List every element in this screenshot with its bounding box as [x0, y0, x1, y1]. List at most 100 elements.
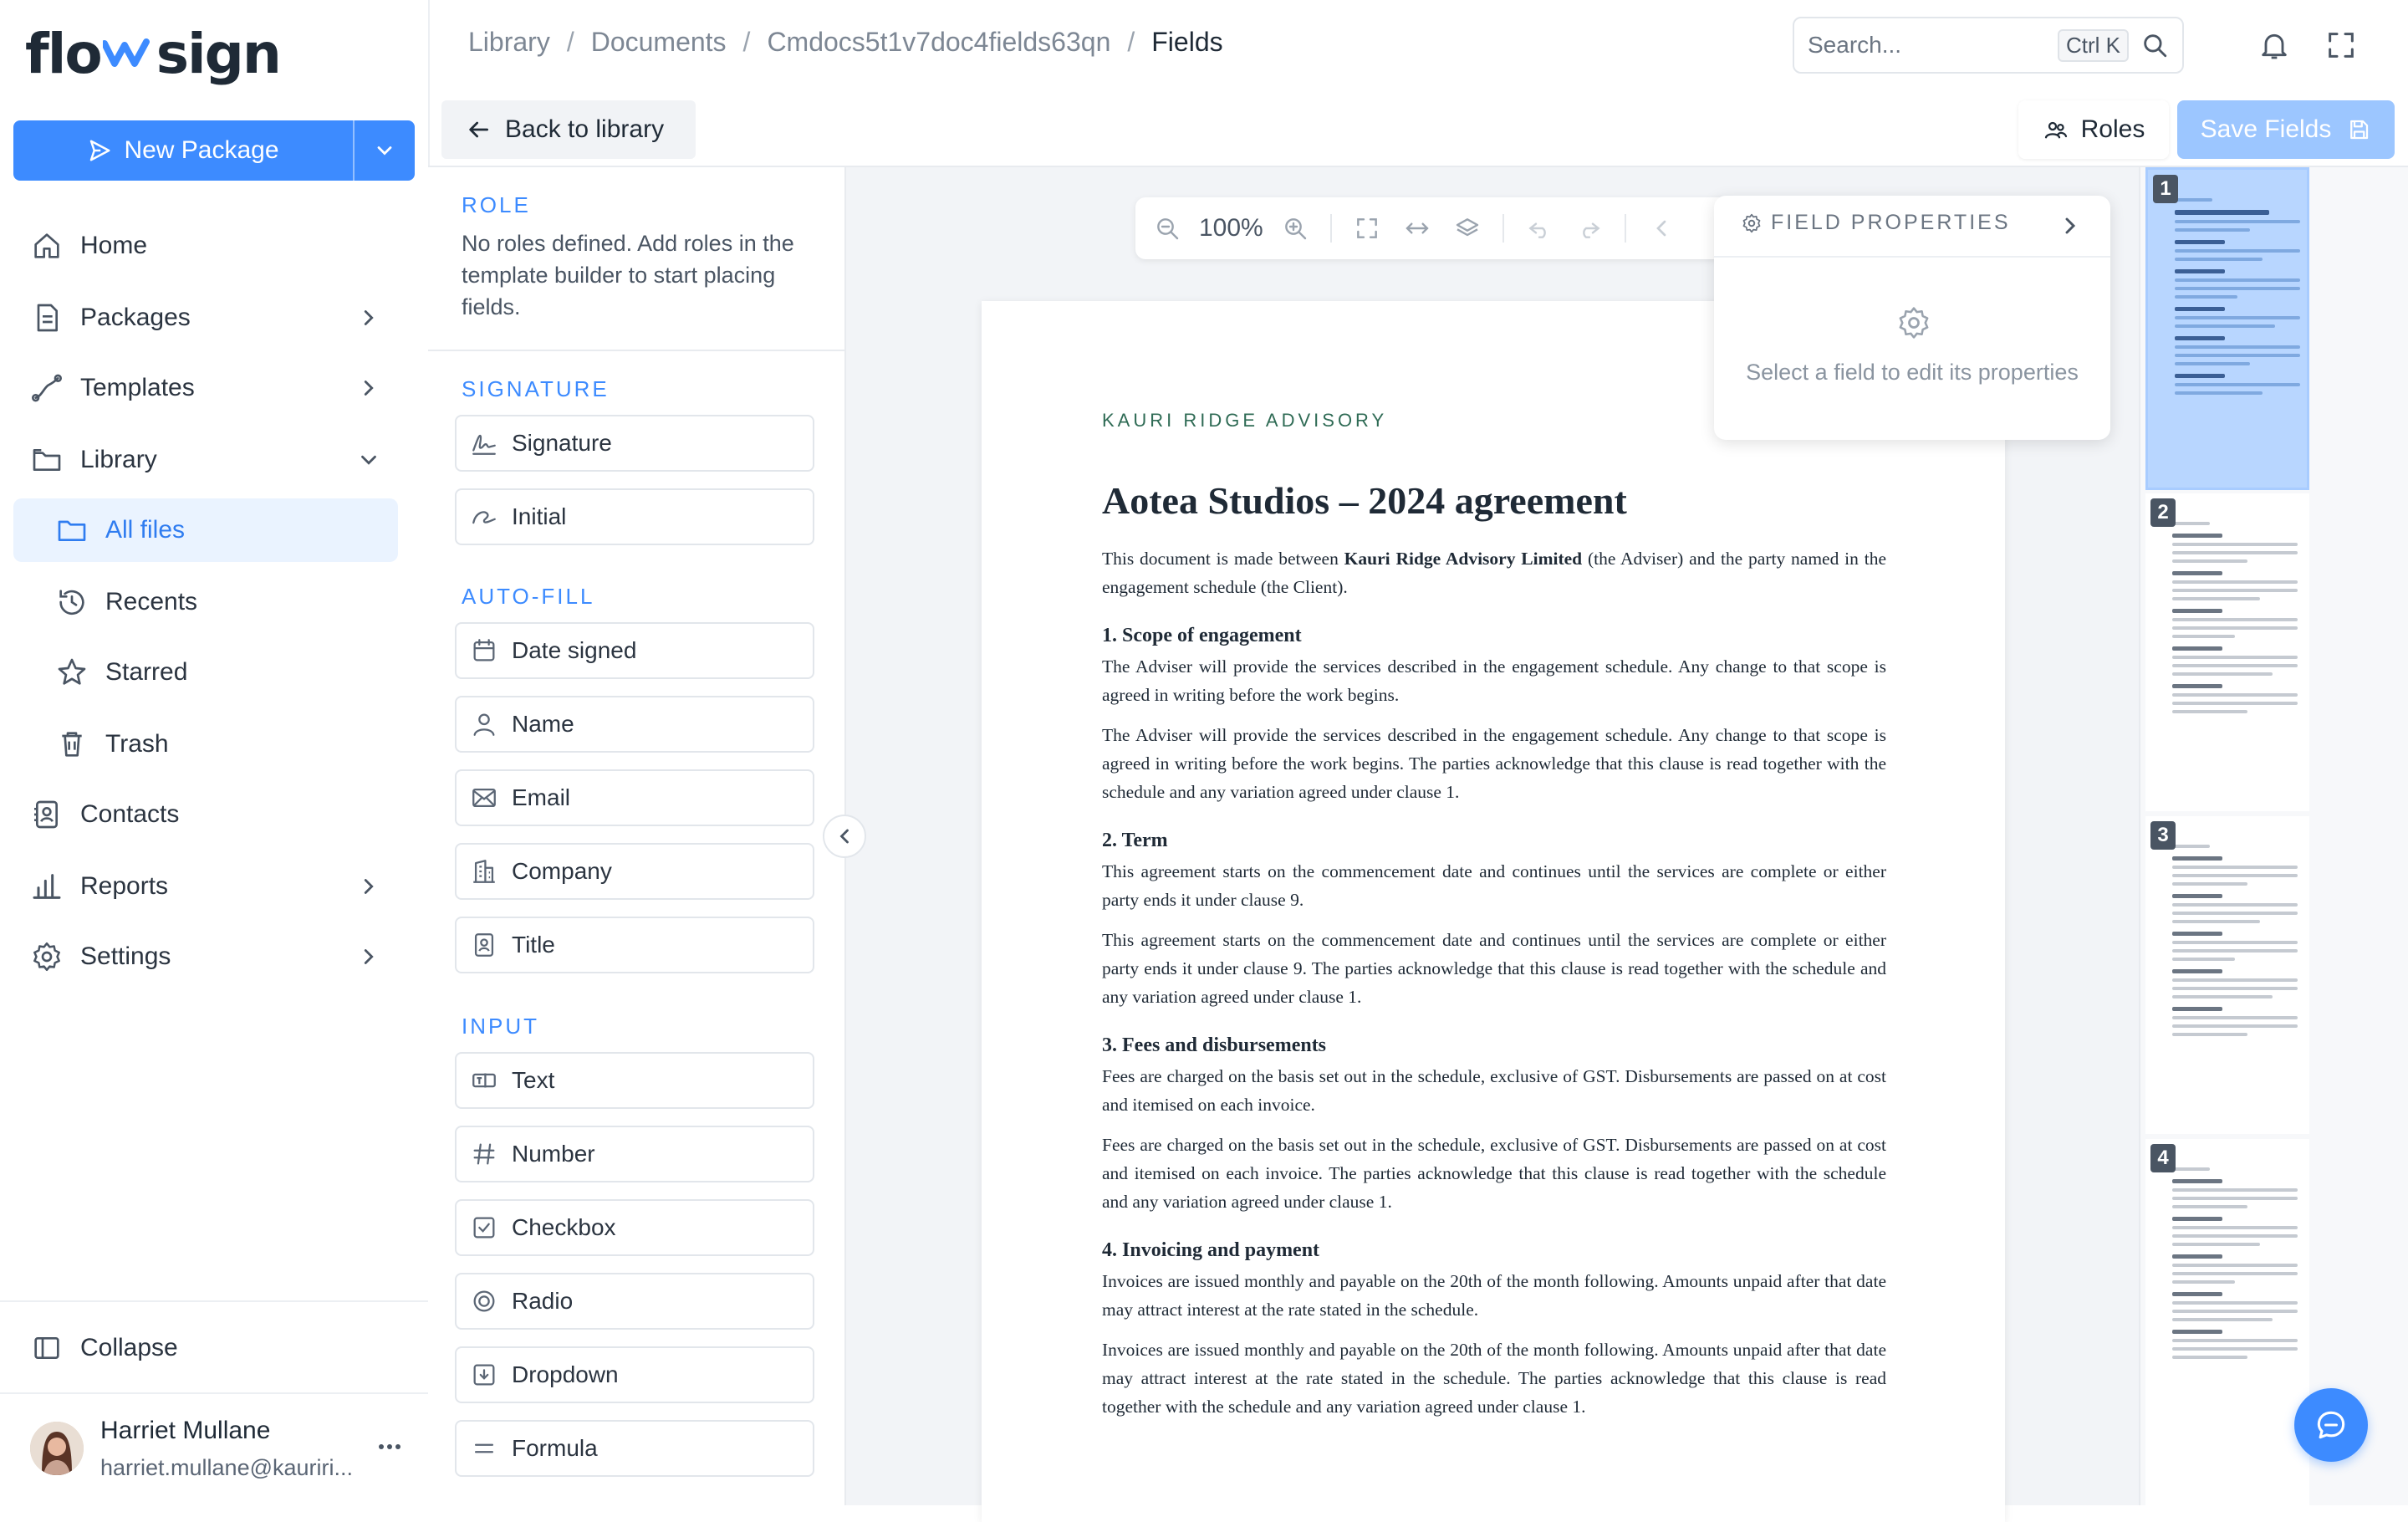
signature-section-title: SIGNATURE — [462, 376, 610, 401]
gear-icon — [33, 942, 60, 972]
page-thumbnail[interactable]: 3 — [2145, 816, 2309, 1134]
collapse-sidebar-button[interactable]: Collapse — [13, 1316, 398, 1380]
fit-page-icon[interactable] — [1354, 215, 1380, 242]
mail-icon — [472, 788, 496, 808]
sidebar-item-contacts[interactable]: Contacts — [13, 783, 398, 846]
sidebar-item-templates[interactable]: Templates — [13, 356, 398, 420]
field-title[interactable]: Title — [455, 917, 814, 973]
zoom-in-icon[interactable] — [1282, 215, 1309, 242]
collapse-palette-button[interactable] — [823, 815, 866, 858]
new-package-dropdown[interactable] — [353, 120, 415, 181]
field-number[interactable]: Number — [455, 1126, 814, 1182]
sidebar-item-all-files[interactable]: All files — [13, 498, 398, 562]
save-fields-button[interactable]: Save Fields — [2177, 100, 2395, 159]
notifications-bell-icon[interactable] — [2258, 28, 2291, 62]
new-package-main[interactable]: New Package — [13, 120, 353, 181]
sidebar-item-settings[interactable]: Settings — [13, 925, 398, 988]
sidebar-item-starred[interactable]: Starred — [13, 641, 398, 704]
page-thumbnail[interactable]: 2 — [2145, 493, 2309, 811]
sidebar-item-home[interactable]: Home — [13, 214, 398, 278]
previous-page-icon[interactable] — [1648, 215, 1675, 242]
field-email[interactable]: Email — [455, 769, 814, 826]
building-icon — [473, 860, 495, 883]
sidebar-item-library[interactable]: Library — [13, 428, 398, 492]
field-initial[interactable]: Initial — [455, 488, 814, 545]
zoom-level[interactable]: 100% — [1199, 214, 1263, 243]
field-properties-title: FIELD PROPERTIES — [1771, 211, 2011, 234]
field-signature[interactable]: Signature — [455, 415, 814, 472]
field-company[interactable]: Company — [455, 843, 814, 900]
field-checkbox[interactable]: Checkbox — [455, 1199, 814, 1256]
breadcrumb-library[interactable]: Library — [468, 27, 550, 58]
back-to-library-button[interactable]: Back to library — [441, 100, 696, 159]
divider — [1714, 256, 2110, 258]
new-package-label: New Package — [124, 136, 279, 164]
document-page[interactable]: KAURI RIDGE ADVISORY Aotea Studios – 202… — [982, 301, 2005, 1522]
send-icon — [90, 140, 110, 161]
field-name[interactable]: Name — [455, 696, 814, 753]
users-icon — [2044, 121, 2067, 139]
redo-icon[interactable] — [1576, 215, 1603, 242]
chevron-right-icon[interactable] — [2057, 212, 2084, 239]
roles-button[interactable]: Roles — [2018, 100, 2169, 159]
section-paragraph: Fees are charged on the basis set out in… — [1102, 1135, 1886, 1212]
search-box[interactable]: Ctrl K — [1793, 17, 2184, 74]
field-date-signed[interactable]: Date signed — [455, 622, 814, 679]
field-radio[interactable]: Radio — [455, 1273, 814, 1330]
page-thumbnail[interactable]: 1 — [2145, 167, 2309, 490]
section-heading: 2. Term — [1102, 830, 1168, 851]
document-intro: This document is made between Kauri Ridg… — [1102, 549, 1886, 597]
sidebar-item-trash[interactable]: Trash — [13, 712, 398, 776]
zoom-out-icon[interactable] — [1154, 215, 1181, 242]
sidebar-item-label: Recents — [105, 588, 198, 615]
breadcrumb-documents[interactable]: Documents — [591, 27, 727, 58]
sidebar: flo sign New Package Home Packages Templ… — [0, 0, 430, 1505]
field-label: Name — [512, 711, 574, 737]
field-formula[interactable]: Formula — [455, 1420, 814, 1477]
role-section-title: ROLE — [462, 192, 531, 217]
section-paragraph: Fees are charged on the basis set out in… — [1102, 1066, 1886, 1115]
undo-icon[interactable] — [1526, 215, 1553, 242]
chart-icon — [33, 874, 61, 899]
breadcrumb-separator: / — [742, 27, 751, 57]
divider — [1329, 214, 1332, 243]
sidebar-item-packages[interactable]: Packages — [13, 286, 398, 350]
layers-icon[interactable] — [1454, 215, 1481, 242]
page-number: 1 — [2153, 175, 2178, 203]
new-package-button[interactable]: New Package — [13, 120, 415, 181]
field-properties-empty-text: Select a field to edit its properties — [1746, 360, 2079, 385]
field-text[interactable]: Text — [455, 1052, 814, 1109]
sidebar-item-label: Contacts — [80, 800, 180, 828]
equals-icon — [474, 1443, 494, 1453]
chevron-right-icon — [364, 879, 374, 894]
section-paragraph: Invoices are issued monthly and payable … — [1102, 1340, 1886, 1417]
field-label: Email — [512, 784, 571, 810]
fit-width-icon[interactable] — [1404, 215, 1431, 242]
breadcrumb-document[interactable]: Cmdocs5t1v7doc4fields63qn — [767, 27, 1110, 58]
chevron-right-icon — [364, 310, 374, 325]
search-icon[interactable] — [2140, 31, 2169, 59]
search-input[interactable] — [1794, 31, 2058, 59]
sidebar-item-reports[interactable]: Reports — [13, 855, 398, 918]
field-palette: ROLE No roles defined. Add roles in the … — [428, 167, 846, 1505]
avatar[interactable] — [30, 1422, 84, 1475]
gear-icon — [1742, 213, 1761, 232]
more-options-icon[interactable] — [375, 1432, 405, 1462]
sidebar-toggle-icon — [34, 1337, 59, 1359]
section-paragraph: The Adviser will provide the services de… — [1102, 656, 1886, 705]
field-dropdown[interactable]: Dropdown — [455, 1346, 814, 1403]
sidebar-item-recents[interactable]: Recents — [13, 570, 398, 634]
sidebar-item-label: Settings — [80, 942, 171, 970]
home-icon — [34, 233, 59, 258]
chat-support-button[interactable] — [2294, 1388, 2368, 1462]
page-thumbnail[interactable]: 4 — [2145, 1139, 2309, 1505]
fullscreen-icon[interactable] — [2324, 28, 2358, 62]
thumbnail-preview — [2172, 522, 2298, 718]
section-heading: 4. Invoicing and payment — [1102, 1239, 1320, 1261]
app-logo[interactable]: flo sign — [25, 20, 282, 87]
chevron-right-icon — [364, 380, 374, 396]
thumbnail-preview — [2172, 845, 2298, 1041]
roles-label: Roles — [2080, 115, 2145, 143]
page-number: 3 — [2150, 821, 2176, 850]
field-label: Checkbox — [512, 1214, 616, 1240]
